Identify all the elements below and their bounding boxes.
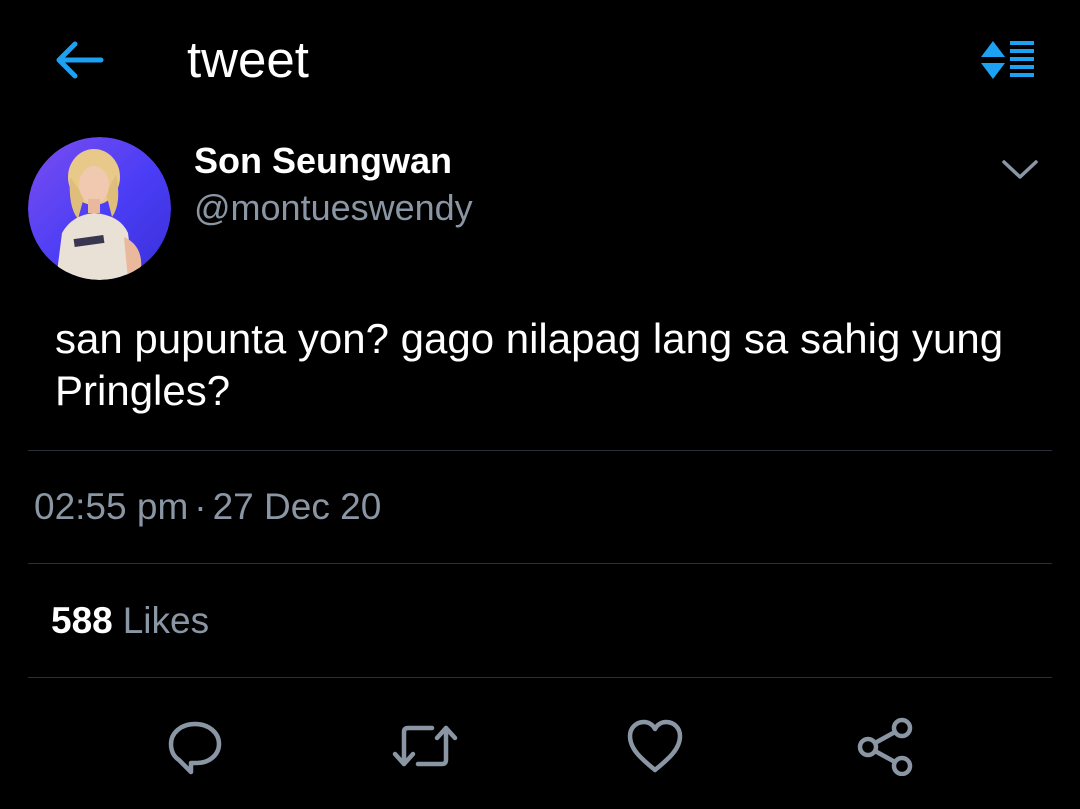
- tweet-menu-button[interactable]: [990, 146, 1050, 194]
- sort-list-icon: [981, 41, 1034, 79]
- divider: [28, 563, 1052, 564]
- like-button[interactable]: [620, 711, 690, 781]
- retweet-icon: [392, 725, 458, 767]
- tweet-text: san pupunta yon? gago nilapag lang sa sa…: [55, 315, 1004, 414]
- divider: [28, 677, 1052, 678]
- likes-summary[interactable]: 588 Likes: [51, 598, 209, 644]
- page-title: tweet: [187, 31, 309, 88]
- likes-count: 588: [51, 600, 113, 641]
- retweet-button[interactable]: [390, 711, 460, 781]
- share-icon: [857, 717, 913, 776]
- tweet-timestamp: 02:55 pm · 27 Dec 20: [34, 484, 381, 530]
- comment-icon: [168, 721, 222, 775]
- reply-button[interactable]: [160, 711, 230, 781]
- tweet-time: 02:55 pm: [34, 486, 189, 527]
- tweet-date: 27 Dec 20: [212, 486, 382, 527]
- timestamp-separator: ·: [194, 486, 207, 527]
- heart-icon: [627, 719, 683, 773]
- chevron-down-icon: [1002, 160, 1038, 179]
- author-display-name[interactable]: Son Seungwan: [194, 140, 452, 182]
- divider: [28, 450, 1052, 451]
- arrow-left-icon: [56, 41, 104, 79]
- sort-button[interactable]: [972, 34, 1042, 86]
- author-handle[interactable]: @montueswendy: [194, 187, 473, 229]
- likes-label: Likes: [122, 600, 210, 641]
- avatar-photo: [28, 137, 171, 280]
- avatar[interactable]: [28, 137, 171, 280]
- share-button[interactable]: [850, 711, 920, 781]
- back-button[interactable]: [44, 30, 114, 90]
